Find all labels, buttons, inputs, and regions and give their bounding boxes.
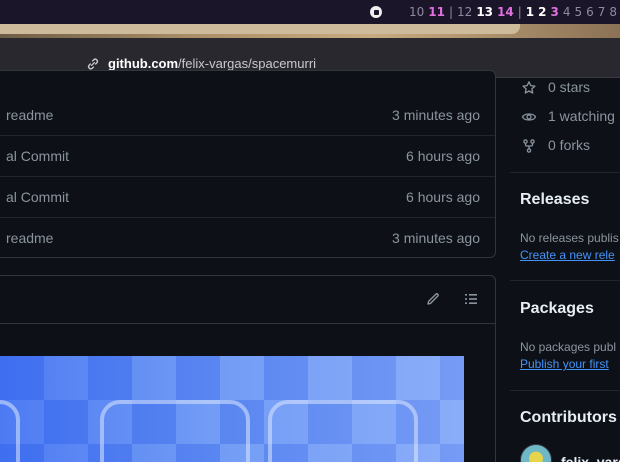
workspace-3[interactable]: 3 (550, 5, 558, 19)
file-row[interactable]: al Commit 6 hours ago (0, 136, 495, 177)
commit-time: 3 minutes ago (392, 107, 480, 123)
record-icon[interactable] (370, 6, 382, 18)
workspace-13[interactable]: 13 (476, 5, 493, 19)
file-row[interactable]: readme 3 minutes ago (0, 218, 495, 257)
watching-count[interactable]: 1 watching (548, 108, 615, 124)
file-list: readme 3 minutes ago al Commit 6 hours a… (0, 70, 496, 258)
releases-empty-text: No releases publis (520, 231, 619, 245)
wallpaper-strip (0, 24, 620, 38)
create-release-link[interactable]: Create a new rele (520, 248, 615, 262)
commit-time: 6 hours ago (406, 189, 480, 205)
file-row[interactable]: al Commit 6 hours ago (0, 177, 495, 218)
commit-message[interactable]: al Commit (6, 148, 69, 164)
workspace-1[interactable]: 1 (526, 5, 534, 19)
file-row[interactable]: readme 3 minutes ago (0, 95, 495, 136)
commit-time: 6 hours ago (406, 148, 480, 164)
publish-package-link[interactable]: Publish your first (520, 357, 609, 371)
workspace-14[interactable]: 14 (497, 5, 514, 19)
contributor-name[interactable]: felix_varg (561, 454, 620, 462)
commit-time: 3 minutes ago (392, 230, 480, 246)
eye-icon (521, 113, 537, 121)
workspace-11[interactable]: 11 (428, 5, 445, 19)
releases-heading[interactable]: Releases (520, 191, 589, 209)
stars-count[interactable]: 0 stars (548, 79, 590, 95)
list-icon[interactable] (463, 291, 479, 307)
workspace-10[interactable]: 10 (409, 5, 424, 19)
star-icon (522, 81, 536, 94)
packages-heading[interactable]: Packages (520, 300, 594, 318)
fork-icon (523, 139, 535, 153)
repo-sidebar (497, 78, 620, 462)
workspace-6[interactable]: 6 (586, 5, 594, 19)
url-path: /felix-vargas/spacemurri (178, 56, 317, 71)
commit-message[interactable]: al Commit (6, 189, 69, 205)
workspace-5[interactable]: 5 (574, 5, 582, 19)
url-text[interactable]: github.com/felix-vargas/spacemurri (108, 56, 316, 71)
workspace-2[interactable]: 2 (538, 5, 546, 19)
readme-header (0, 276, 495, 324)
pencil-icon[interactable] (425, 291, 441, 307)
contributors-heading[interactable]: Contributors (520, 409, 617, 427)
workspace-12[interactable]: 12 (457, 5, 472, 19)
commit-message[interactable]: readme (6, 230, 53, 246)
url-host: github.com (108, 56, 179, 71)
commit-message[interactable]: readme (6, 107, 53, 123)
workspace-switcher[interactable]: 1011|121314|123456789 (409, 4, 620, 20)
packages-empty-text: No packages publ (520, 340, 617, 354)
link-icon (87, 58, 99, 70)
forks-count[interactable]: 0 forks (548, 137, 590, 153)
workspace-7[interactable]: 7 (598, 5, 606, 19)
workspace-8[interactable]: 8 (609, 5, 617, 19)
workspace-4[interactable]: 4 (563, 5, 571, 19)
